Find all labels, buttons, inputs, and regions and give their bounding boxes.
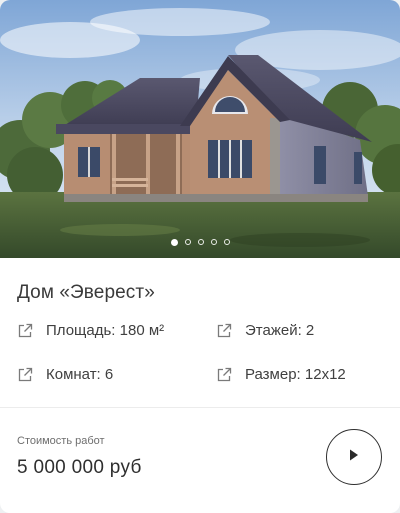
gallery-dot[interactable] [170, 238, 178, 246]
house-render-image [0, 0, 400, 258]
play-arrow-icon [349, 448, 359, 466]
external-link-icon [17, 367, 33, 383]
spec-rooms: Комнат: 6 [17, 366, 113, 383]
external-link-icon [216, 323, 232, 339]
gallery-dot[interactable] [184, 239, 191, 245]
spec-area-text: Площадь: 180 м² [46, 322, 165, 339]
spec-size: Размер: 12x12 [216, 366, 346, 383]
spec-area: Площадь: 180 м² [17, 322, 164, 339]
open-details-button[interactable] [326, 429, 382, 485]
house-title[interactable]: Дом «Эверест» [17, 282, 155, 304]
price-value: 5 000 000 руб [17, 457, 142, 478]
gallery-dot[interactable] [197, 239, 204, 245]
spec-floors-text: Этажей: 2 [245, 322, 315, 339]
house-photo[interactable] [0, 0, 400, 258]
external-link-icon [17, 323, 33, 339]
gallery-pagination [0, 238, 400, 249]
house-card[interactable]: Дом «Эверест» Площадь: 180 м² Этажей: 2 … [0, 0, 400, 513]
gallery-dot[interactable] [210, 239, 217, 245]
divider [0, 407, 400, 408]
spec-size-text: Размер: 12x12 [245, 366, 346, 383]
external-link-icon [216, 367, 232, 383]
spec-rooms-text: Комнат: 6 [46, 366, 114, 383]
spec-floors: Этажей: 2 [216, 322, 314, 339]
gallery-dot[interactable] [223, 239, 230, 245]
price-label: Стоимость работ [17, 435, 105, 447]
